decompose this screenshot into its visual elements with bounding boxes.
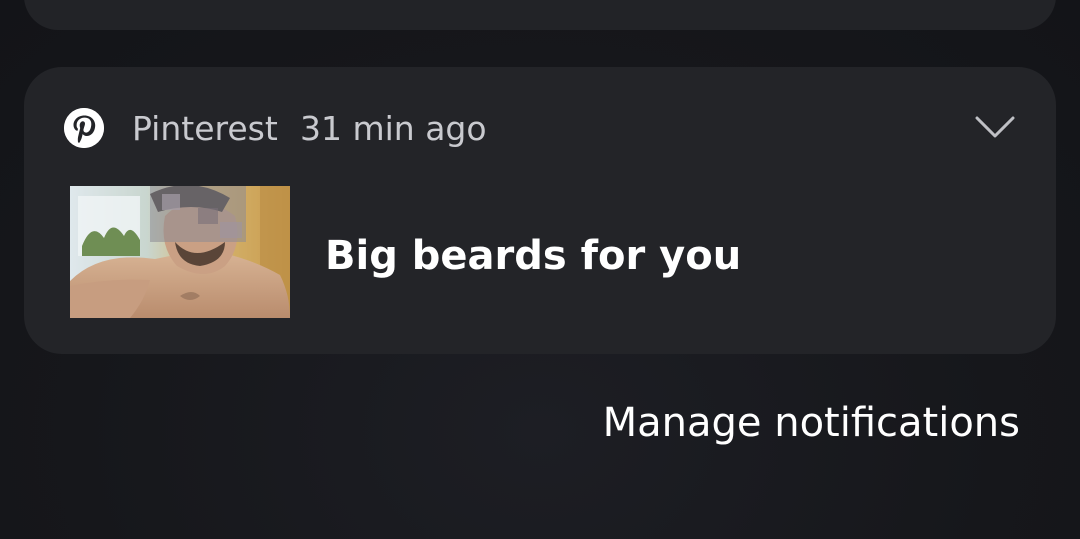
notification-time: 31 min ago xyxy=(300,109,487,148)
app-name: Pinterest xyxy=(132,109,278,148)
notification-shade: Pinterest 31 min ago Big beards for you … xyxy=(0,0,1080,539)
manage-notifications-button[interactable]: Manage notifications xyxy=(603,398,1020,448)
pinterest-logo-icon xyxy=(64,108,104,148)
notification-thumbnail xyxy=(70,186,290,318)
pinterest-notification-card[interactable]: Pinterest 31 min ago Big beards for you xyxy=(24,67,1056,354)
notification-title: Big beards for you xyxy=(325,233,742,279)
previous-notification-card[interactable] xyxy=(24,0,1056,30)
chevron-down-icon[interactable] xyxy=(972,109,1018,145)
